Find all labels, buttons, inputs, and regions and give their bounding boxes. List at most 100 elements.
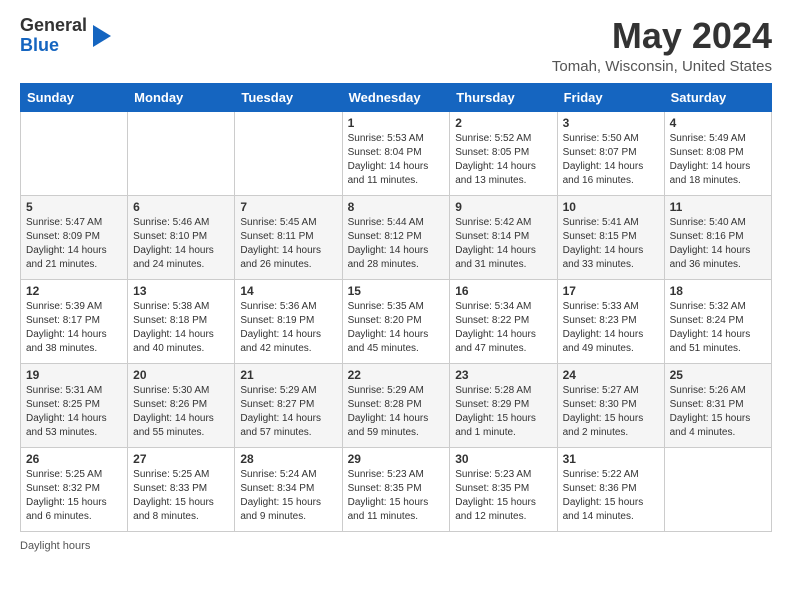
calendar-cell: 23 Sunrise: 5:28 AM Sunset: 8:29 PM Dayli… xyxy=(450,363,557,447)
day-number: 17 xyxy=(563,284,659,298)
day-info: Sunrise: 5:23 AM Sunset: 8:35 PM Dayligh… xyxy=(348,468,445,524)
calendar-cell: 2 Sunrise: 5:52 AM Sunset: 8:05 PM Daylig… xyxy=(450,111,557,195)
day-number: 15 xyxy=(348,284,445,298)
calendar-cell: 7Sunrise: 5:45 AM Sunset: 8:11 PM Daylig… xyxy=(235,195,342,279)
day-number: 11 xyxy=(670,200,766,214)
calendar-cell: 1 Sunrise: 5:53 AM Sunset: 8:04 PM Daylig… xyxy=(342,111,450,195)
logo-blue: Blue xyxy=(20,35,59,55)
day-info: Sunrise: 5:29 AM Sunset: 8:27 PM Dayligh… xyxy=(240,384,336,440)
day-info: Sunrise: 5:31 AM Sunset: 8:25 PM Dayligh… xyxy=(26,384,122,440)
day-number: 6 xyxy=(133,200,229,214)
calendar-header-thursday: Thursday xyxy=(450,83,557,111)
daylight-hours-label: Daylight hours xyxy=(20,540,90,552)
day-number: 24 xyxy=(563,368,659,382)
calendar-cell xyxy=(664,447,771,531)
day-number: 30 xyxy=(455,452,551,466)
day-number: 8 xyxy=(348,200,445,214)
day-number: 9 xyxy=(455,200,551,214)
day-info: Sunrise: 5:27 AM Sunset: 8:30 PM Dayligh… xyxy=(563,384,659,440)
day-number: 28 xyxy=(240,452,336,466)
calendar-cell xyxy=(235,111,342,195)
page-header: General Blue May 2024 Tomah, Wisconsin, … xyxy=(20,16,772,75)
calendar-week-row: 5 Sunrise: 5:47 AM Sunset: 8:09 PM Daylig… xyxy=(21,195,772,279)
calendar-cell: 21 Sunrise: 5:29 AM Sunset: 8:27 PM Dayli… xyxy=(235,363,342,447)
calendar-header-sunday: Sunday xyxy=(21,83,128,111)
logo: General Blue xyxy=(20,16,111,56)
day-number: 2 xyxy=(455,116,551,130)
day-number: 23 xyxy=(455,368,551,382)
day-info: Sunrise: 5:33 AM Sunset: 8:23 PM Dayligh… xyxy=(563,300,659,356)
day-info: Sunrise: 5:28 AM Sunset: 8:29 PM Dayligh… xyxy=(455,384,551,440)
day-info: Sunrise: 5:23 AM Sunset: 8:35 PM Dayligh… xyxy=(455,468,551,524)
calendar-cell: 28 Sunrise: 5:24 AM Sunset: 8:34 PM Dayli… xyxy=(235,447,342,531)
logo-arrow-icon xyxy=(93,25,111,47)
day-number: 20 xyxy=(133,368,229,382)
day-info: Sunrise: 5:46 AM Sunset: 8:10 PM Dayligh… xyxy=(133,216,229,272)
day-info: Sunrise: 5:44 AM Sunset: 8:12 PM Dayligh… xyxy=(348,216,445,272)
calendar-cell: 19 Sunrise: 5:31 AM Sunset: 8:25 PM Dayli… xyxy=(21,363,128,447)
day-number: 10 xyxy=(563,200,659,214)
day-number: 5 xyxy=(26,200,122,214)
calendar-header-friday: Friday xyxy=(557,83,664,111)
calendar-cell: 25 Sunrise: 5:26 AM Sunset: 8:31 PM Dayli… xyxy=(664,363,771,447)
day-info: Sunrise: 5:22 AM Sunset: 8:36 PM Dayligh… xyxy=(563,468,659,524)
day-number: 31 xyxy=(563,452,659,466)
calendar-table: SundayMondayTuesdayWednesdayThursdayFrid… xyxy=(20,83,772,532)
day-number: 4 xyxy=(670,116,766,130)
day-number: 22 xyxy=(348,368,445,382)
day-info: Sunrise: 5:39 AM Sunset: 8:17 PM Dayligh… xyxy=(26,300,122,356)
day-info: Sunrise: 5:34 AM Sunset: 8:22 PM Dayligh… xyxy=(455,300,551,356)
logo-general: General xyxy=(20,15,87,35)
month-title: May 2024 xyxy=(552,16,772,56)
calendar-cell xyxy=(128,111,235,195)
day-info: Sunrise: 5:53 AM Sunset: 8:04 PM Dayligh… xyxy=(348,132,445,188)
calendar-header-wednesday: Wednesday xyxy=(342,83,450,111)
calendar-cell: 9 Sunrise: 5:42 AM Sunset: 8:14 PM Daylig… xyxy=(450,195,557,279)
day-info: Sunrise: 5:35 AM Sunset: 8:20 PM Dayligh… xyxy=(348,300,445,356)
calendar-week-row: 19 Sunrise: 5:31 AM Sunset: 8:25 PM Dayli… xyxy=(21,363,772,447)
day-info: Sunrise: 5:47 AM Sunset: 8:09 PM Dayligh… xyxy=(26,216,122,272)
day-info: Sunrise: 5:32 AM Sunset: 8:24 PM Dayligh… xyxy=(670,300,766,356)
day-info: Sunrise: 5:45 AM Sunset: 8:11 PM Dayligh… xyxy=(240,216,336,272)
calendar-cell: 8 Sunrise: 5:44 AM Sunset: 8:12 PM Daylig… xyxy=(342,195,450,279)
day-number: 29 xyxy=(348,452,445,466)
day-info: Sunrise: 5:24 AM Sunset: 8:34 PM Dayligh… xyxy=(240,468,336,524)
day-number: 19 xyxy=(26,368,122,382)
day-info: Sunrise: 5:25 AM Sunset: 8:33 PM Dayligh… xyxy=(133,468,229,524)
logo-text: General Blue xyxy=(20,16,87,56)
location: Tomah, Wisconsin, United States xyxy=(552,58,772,75)
calendar-header-monday: Monday xyxy=(128,83,235,111)
calendar-cell: 4 Sunrise: 5:49 AM Sunset: 8:08 PM Daylig… xyxy=(664,111,771,195)
calendar-cell: 18 Sunrise: 5:32 AM Sunset: 8:24 PM Dayli… xyxy=(664,279,771,363)
day-number: 3 xyxy=(563,116,659,130)
day-info: Sunrise: 5:50 AM Sunset: 8:07 PM Dayligh… xyxy=(563,132,659,188)
calendar-cell xyxy=(21,111,128,195)
calendar-cell: 29 Sunrise: 5:23 AM Sunset: 8:35 PM Dayli… xyxy=(342,447,450,531)
calendar-cell: 24 Sunrise: 5:27 AM Sunset: 8:30 PM Dayli… xyxy=(557,363,664,447)
day-number: 18 xyxy=(670,284,766,298)
calendar-cell: 20 Sunrise: 5:30 AM Sunset: 8:26 PM Dayli… xyxy=(128,363,235,447)
calendar-week-row: 12Sunrise: 5:39 AM Sunset: 8:17 PM Dayli… xyxy=(21,279,772,363)
day-info: Sunrise: 5:52 AM Sunset: 8:05 PM Dayligh… xyxy=(455,132,551,188)
day-number: 21 xyxy=(240,368,336,382)
day-info: Sunrise: 5:36 AM Sunset: 8:19 PM Dayligh… xyxy=(240,300,336,356)
footer: Daylight hours xyxy=(20,540,772,552)
calendar-cell: 13Sunrise: 5:38 AM Sunset: 8:18 PM Dayli… xyxy=(128,279,235,363)
day-number: 27 xyxy=(133,452,229,466)
day-number: 1 xyxy=(348,116,445,130)
day-info: Sunrise: 5:49 AM Sunset: 8:08 PM Dayligh… xyxy=(670,132,766,188)
day-info: Sunrise: 5:30 AM Sunset: 8:26 PM Dayligh… xyxy=(133,384,229,440)
day-number: 25 xyxy=(670,368,766,382)
calendar-cell: 10 Sunrise: 5:41 AM Sunset: 8:15 PM Dayli… xyxy=(557,195,664,279)
day-info: Sunrise: 5:26 AM Sunset: 8:31 PM Dayligh… xyxy=(670,384,766,440)
day-number: 26 xyxy=(26,452,122,466)
calendar-cell: 17 Sunrise: 5:33 AM Sunset: 8:23 PM Dayli… xyxy=(557,279,664,363)
calendar-cell: 6 Sunrise: 5:46 AM Sunset: 8:10 PM Daylig… xyxy=(128,195,235,279)
calendar-cell: 11Sunrise: 5:40 AM Sunset: 8:16 PM Dayli… xyxy=(664,195,771,279)
day-info: Sunrise: 5:41 AM Sunset: 8:15 PM Dayligh… xyxy=(563,216,659,272)
day-info: Sunrise: 5:25 AM Sunset: 8:32 PM Dayligh… xyxy=(26,468,122,524)
day-info: Sunrise: 5:42 AM Sunset: 8:14 PM Dayligh… xyxy=(455,216,551,272)
calendar-cell: 5 Sunrise: 5:47 AM Sunset: 8:09 PM Daylig… xyxy=(21,195,128,279)
day-number: 14 xyxy=(240,284,336,298)
calendar-cell: 16Sunrise: 5:34 AM Sunset: 8:22 PM Dayli… xyxy=(450,279,557,363)
